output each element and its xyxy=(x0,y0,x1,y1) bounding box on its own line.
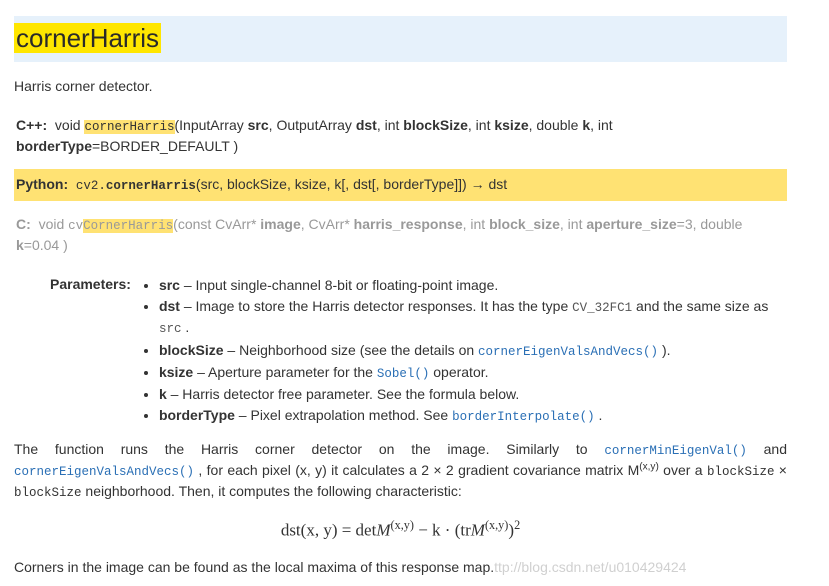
watermark: ttp://blog.csdn.net/u010429424 xyxy=(494,559,686,575)
signature-cpp: C++: void cornerHarris(InputArray src, O… xyxy=(14,110,787,161)
parameters-list: src – Input single-channel 8-bit or floa… xyxy=(141,274,787,427)
signature-python: Python: cv2.cornerHarris(src, blockSize,… xyxy=(14,169,787,200)
param-dst: dst – Image to store the Harris detector… xyxy=(159,296,787,338)
page-title: cornerHarris xyxy=(14,16,787,62)
link-borderinterpolate[interactable]: borderInterpolate() xyxy=(452,410,595,424)
description-2: Corners in the image can be found as the… xyxy=(14,557,787,577)
param-blocksize: blockSize – Neighborhood size (see the d… xyxy=(159,340,787,361)
param-bordertype: borderType – Pixel extrapolation method.… xyxy=(159,405,787,426)
param-k: k – Harris detector free parameter. See … xyxy=(159,384,787,404)
link-cornereigenvalsandvecs[interactable]: cornerEigenValsAndVecs() xyxy=(478,345,658,359)
parameters-block: Parameters: src – Input single-channel 8… xyxy=(50,274,787,427)
description-1: The function runs the Harris corner dete… xyxy=(14,439,787,502)
param-src: src – Input single-channel 8-bit or floa… xyxy=(159,275,787,295)
param-ksize: ksize – Aperture parameter for the Sobel… xyxy=(159,362,787,383)
link-cornereigenvalsandvecs-2[interactable]: cornerEigenValsAndVecs() xyxy=(14,465,194,479)
parameters-label: Parameters: xyxy=(50,274,131,294)
link-sobel[interactable]: Sobel() xyxy=(377,367,430,381)
formula: dst(x, y) = detM(x,y) − k · (trM(x,y))2 xyxy=(14,517,787,543)
brief-description: Harris corner detector. xyxy=(14,76,787,96)
link-cornermineigenval[interactable]: cornerMinEigenVal() xyxy=(604,444,747,458)
signature-c: C: void cvCornerHarris(const CvArr* imag… xyxy=(14,209,787,260)
